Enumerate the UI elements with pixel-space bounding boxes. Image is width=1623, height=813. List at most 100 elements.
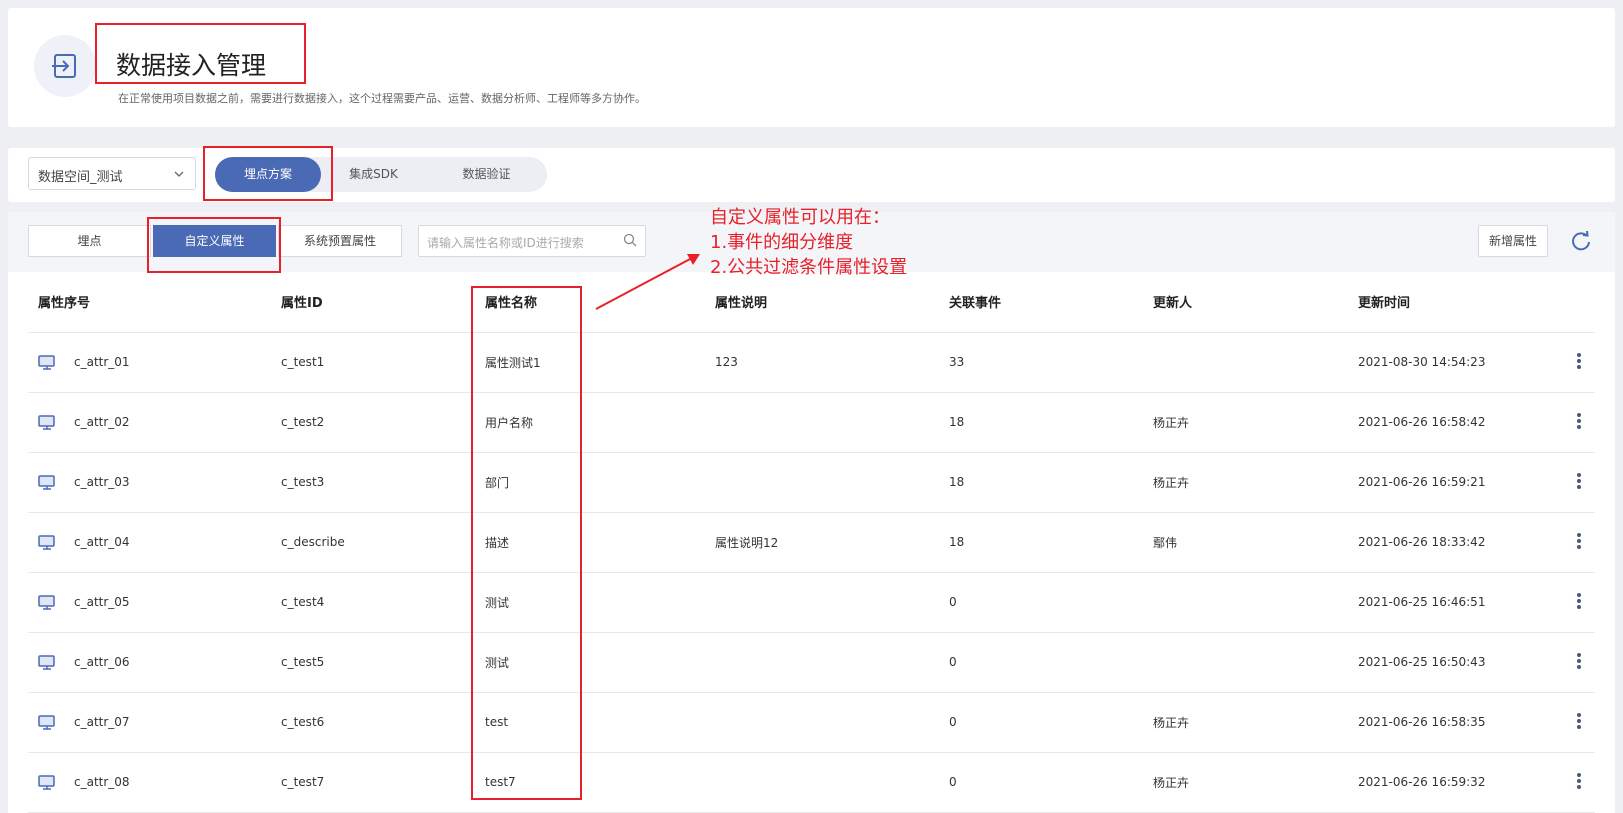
attribute-panel: 埋点 自定义属性 系统预置属性 请输入属性名称或ID进行搜索 新增属性 属性序号… (8, 212, 1615, 813)
more-vertical-icon[interactable] (1577, 411, 1581, 431)
updated-by: 杨正卉 (1143, 752, 1348, 813)
updated-time: 2021-06-25 16:46:51 (1348, 572, 1545, 633)
column-header: 属性序号 (28, 272, 271, 333)
column-header: 更新人 (1143, 272, 1348, 333)
monitor-icon (38, 714, 55, 730)
attribute-id: c_test1 (271, 332, 475, 393)
table-row[interactable]: c_attr_08 c_test7 test7 0 杨正卉 2021-06-26 16:5… (28, 752, 1595, 813)
tab-integrate-sdk[interactable]: 集成SDK (321, 157, 426, 192)
attribute-id: c_test4 (271, 572, 475, 633)
subtab-system-attributes[interactable]: 系统预置属性 (278, 225, 402, 257)
related-events: 18 (939, 392, 1143, 453)
chevron-down-icon (174, 171, 184, 177)
row-actions (1545, 752, 1595, 813)
monitor-icon (38, 654, 55, 670)
attribute-desc (705, 632, 939, 693)
table-row[interactable]: c_attr_06 c_test5 测试 0 2021-06-25 16:50:43 (28, 632, 1595, 693)
updated-by (1143, 632, 1348, 693)
attribute-seq: c_attr_07 (28, 692, 271, 753)
refresh-icon[interactable] (1570, 230, 1592, 252)
attribute-seq-text: c_attr_01 (74, 355, 130, 369)
more-vertical-icon[interactable] (1577, 351, 1581, 371)
related-events: 0 (939, 752, 1143, 813)
related-events: 33 (939, 332, 1143, 393)
more-vertical-icon[interactable] (1577, 471, 1581, 491)
more-vertical-icon[interactable] (1577, 771, 1581, 791)
more-vertical-icon[interactable] (1577, 591, 1581, 611)
annotation-line: 2.公共过滤条件属性设置 (710, 257, 908, 278)
attribute-seq: c_attr_05 (28, 572, 271, 633)
attribute-desc (705, 752, 939, 813)
highlight-box-name-column (471, 286, 582, 800)
more-vertical-icon[interactable] (1577, 711, 1581, 731)
attribute-seq: c_attr_02 (28, 392, 271, 453)
attribute-seq-text: c_attr_05 (74, 595, 130, 609)
row-actions (1545, 512, 1595, 573)
search-placeholder: 请输入属性名称或ID进行搜索 (427, 236, 584, 250)
attribute-id: c_test2 (271, 392, 475, 453)
row-actions (1545, 572, 1595, 633)
related-events: 0 (939, 692, 1143, 753)
highlight-box-scheme-tab (203, 146, 333, 201)
column-header: 更新时间 (1348, 272, 1545, 333)
more-vertical-icon[interactable] (1577, 531, 1581, 551)
monitor-icon (38, 594, 55, 610)
attribute-id: c_test7 (271, 752, 475, 813)
attribute-id: c_describe (271, 512, 475, 573)
tab-data-verification[interactable]: 数据验证 (426, 157, 547, 192)
attribute-desc (705, 452, 939, 513)
updated-by: 杨正卉 (1143, 692, 1348, 753)
attribute-seq-text: c_attr_08 (74, 775, 130, 789)
attribute-seq: c_attr_08 (28, 752, 271, 813)
attribute-desc: 属性说明12 (705, 512, 939, 573)
related-events: 0 (939, 632, 1143, 693)
updated-time: 2021-06-26 16:59:32 (1348, 752, 1545, 813)
monitor-icon (38, 414, 55, 430)
updated-by (1143, 332, 1348, 393)
related-events: 18 (939, 512, 1143, 573)
column-header: 关联事件 (939, 272, 1143, 333)
updated-time: 2021-08-30 14:54:23 (1348, 332, 1545, 393)
monitor-icon (38, 534, 55, 550)
attribute-seq-text: c_attr_04 (74, 535, 130, 549)
row-actions (1545, 392, 1595, 453)
search-icon (623, 233, 637, 247)
annotation-line: 自定义属性可以用在： (710, 207, 890, 228)
attribute-seq: c_attr_04 (28, 512, 271, 573)
related-events: 0 (939, 572, 1143, 633)
data-space-select[interactable]: 数据空间_测试 (28, 157, 196, 190)
updated-time: 2021-06-26 18:33:42 (1348, 512, 1545, 573)
column-header: 属性说明 (705, 272, 939, 333)
attribute-seq-text: c_attr_07 (74, 715, 130, 729)
data-space-select-value: 数据空间_测试 (38, 170, 123, 185)
attribute-desc: 123 (705, 332, 939, 393)
table-row[interactable]: c_attr_05 c_test4 测试 0 2021-06-25 16:46:51 (28, 572, 1595, 633)
related-events: 18 (939, 452, 1143, 513)
updated-time: 2021-06-26 16:59:21 (1348, 452, 1545, 513)
attribute-id: c_test3 (271, 452, 475, 513)
data-import-icon (34, 35, 96, 97)
attribute-table: 属性序号 属性ID 属性名称 属性说明 关联事件 更新人 更新时间 c_attr… (28, 272, 1595, 813)
column-header: 属性ID (271, 272, 475, 333)
add-attribute-button[interactable]: 新增属性 (1478, 225, 1548, 257)
table-row[interactable]: c_attr_04 c_describe 描述 属性说明12 18 鄢伟 2021-06-2… (28, 512, 1595, 573)
attribute-id: c_test5 (271, 632, 475, 693)
updated-by: 鄢伟 (1143, 512, 1348, 573)
row-actions (1545, 632, 1595, 693)
highlight-box-title (95, 23, 306, 84)
column-header-actions (1545, 272, 1595, 333)
row-actions (1545, 452, 1595, 513)
more-vertical-icon[interactable] (1577, 651, 1581, 671)
updated-time: 2021-06-26 16:58:42 (1348, 392, 1545, 453)
table-row[interactable]: c_attr_03 c_test3 部门 18 杨正卉 2021-06-26 16:59:… (28, 452, 1595, 513)
row-actions (1545, 332, 1595, 393)
monitor-icon (38, 354, 55, 370)
attribute-seq: c_attr_06 (28, 632, 271, 693)
table-row[interactable]: c_attr_01 c_test1 属性测试1 123 33 2021-08-30 14:… (28, 332, 1595, 393)
table-header-row: 属性序号 属性ID 属性名称 属性说明 关联事件 更新人 更新时间 (28, 272, 1595, 333)
highlight-box-custom-tab (147, 217, 281, 273)
table-row[interactable]: c_attr_02 c_test2 用户名称 18 杨正卉 2021-06-26 16:5… (28, 392, 1595, 453)
table-row[interactable]: c_attr_07 c_test6 test 0 杨正卉 2021-06-26 16:58… (28, 692, 1595, 753)
annotation-arrow-icon (595, 254, 700, 310)
subtab-tracking[interactable]: 埋点 (28, 225, 151, 257)
